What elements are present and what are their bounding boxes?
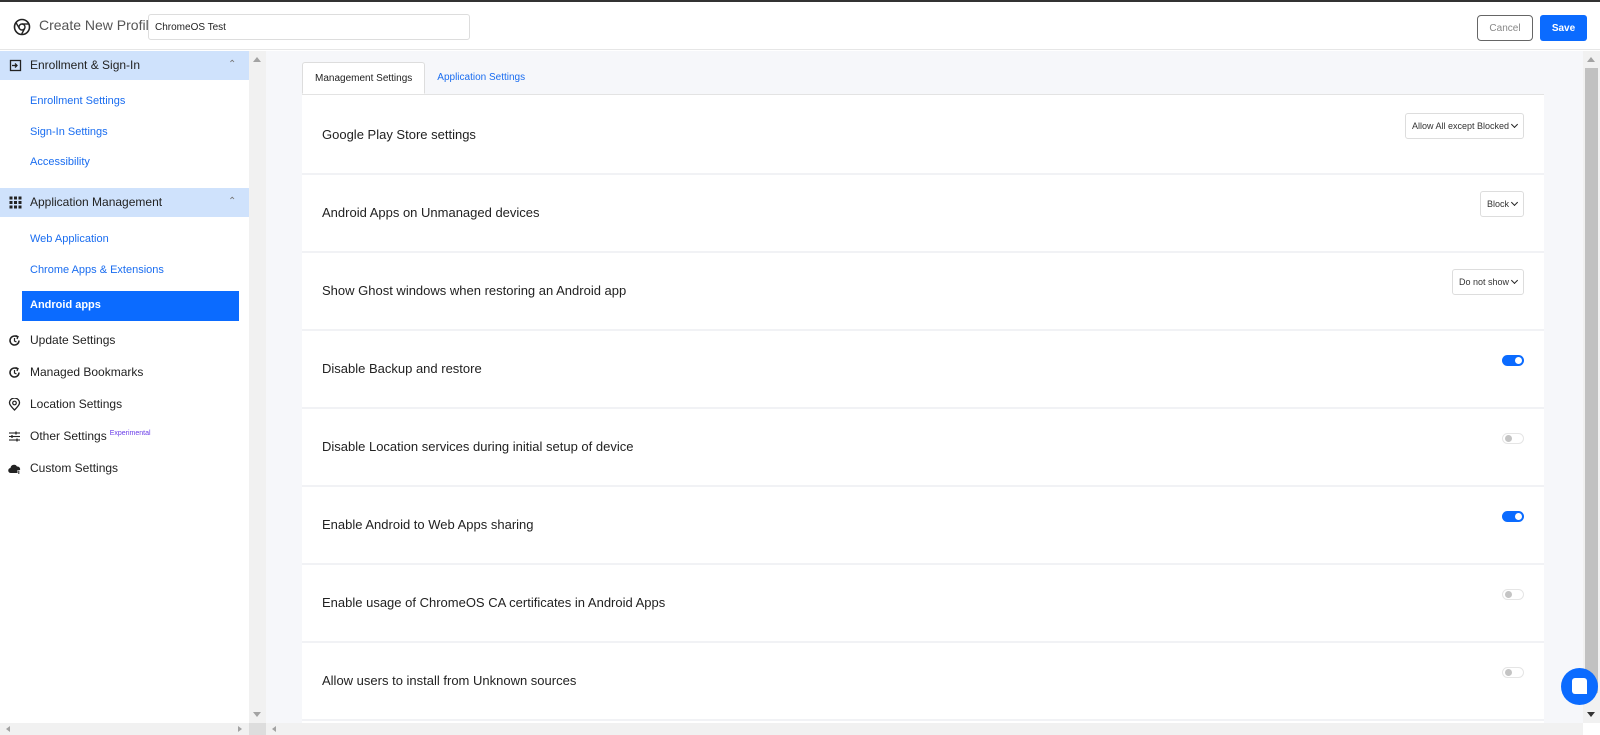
apps-grid-icon xyxy=(9,196,22,209)
toggle-knob xyxy=(1505,591,1512,598)
tab-bar: Management Settings Application Settings xyxy=(302,62,537,94)
setting-row-disable-location: Disable Location services during initial… xyxy=(302,407,1544,487)
setting-label: Allow users to install from Unknown sour… xyxy=(322,673,577,688)
main-horizontal-scrollbar[interactable] xyxy=(266,723,1583,735)
select-value: Allow All except Blocked xyxy=(1411,121,1509,131)
main-content: Management Settings Application Settings… xyxy=(266,51,1583,723)
header: Create New Profile Cancel Save xyxy=(0,2,1600,50)
nav-label: Update Settings xyxy=(30,333,116,347)
setting-row-ca-certificates: Enable usage of ChromeOS CA certificates… xyxy=(302,563,1544,643)
setting-label: Show Ghost windows when restoring an And… xyxy=(322,283,627,298)
setting-label: Android Apps on Unmanaged devices xyxy=(322,205,540,220)
android-web-sharing-toggle[interactable] xyxy=(1502,511,1524,522)
sidebar-item-update-settings[interactable]: Update Settings xyxy=(0,330,249,352)
chrome-logo-icon xyxy=(13,18,31,36)
sidebar-item-android-apps[interactable]: Android apps xyxy=(22,291,239,321)
setting-label: Disable Location services during initial… xyxy=(322,439,634,454)
tab-management-settings[interactable]: Management Settings xyxy=(302,62,426,94)
setting-label: Disable Backup and restore xyxy=(322,361,482,376)
toggle-knob xyxy=(1505,435,1512,442)
location-pin-icon xyxy=(8,398,21,411)
setting-row-unknown-sources: Allow users to install from Unknown sour… xyxy=(302,641,1544,721)
google-play-store-select[interactable]: Allow All except Blocked xyxy=(1404,113,1524,139)
nav-label: Other Settings Experimental xyxy=(30,429,151,443)
update-icon xyxy=(9,334,20,346)
scroll-down-arrow-icon[interactable] xyxy=(253,712,261,717)
toggle-knob xyxy=(1515,513,1522,520)
nav-label: Location Settings xyxy=(30,397,123,411)
scroll-down-arrow-icon[interactable] xyxy=(1587,712,1595,717)
scroll-right-arrow-icon[interactable] xyxy=(238,726,242,732)
setting-row-android-apps-unmanaged: Android Apps on Unmanaged devices Block xyxy=(302,173,1544,253)
sidebar-item-custom-settings[interactable]: Custom Settings xyxy=(0,458,249,480)
sidebar-item-web-application[interactable]: Web Application xyxy=(30,233,109,245)
sidebar-item-managed-bookmarks[interactable]: Managed Bookmarks xyxy=(0,362,249,384)
setting-row-google-play-store: Google Play Store settings Allow All exc… xyxy=(302,95,1544,175)
unknown-sources-toggle[interactable] xyxy=(1502,667,1524,678)
scroll-left-arrow-icon[interactable] xyxy=(272,726,276,732)
save-button[interactable]: Save xyxy=(1540,15,1587,41)
toggle-knob xyxy=(1505,669,1512,676)
setting-row-android-web-sharing: Enable Android to Web Apps sharing xyxy=(302,485,1544,565)
toggle-knob xyxy=(1515,357,1522,364)
ca-certificates-toggle[interactable] xyxy=(1502,589,1524,600)
main-scrollbar[interactable] xyxy=(1583,51,1600,723)
sidebar-scrollbar[interactable] xyxy=(249,51,266,723)
sidebar-horizontal-scrollbar[interactable] xyxy=(0,723,249,735)
chevron-down-icon xyxy=(1510,198,1519,207)
sidebar-item-sign-in-settings[interactable]: Sign-In Settings xyxy=(30,126,108,138)
scroll-up-arrow-icon[interactable] xyxy=(253,57,261,62)
experimental-badge: Experimental xyxy=(109,430,151,437)
select-value: Block xyxy=(1486,199,1509,209)
settings-panel: Google Play Store settings Allow All exc… xyxy=(302,94,1544,723)
setting-label: Enable Android to Web Apps sharing xyxy=(322,517,534,532)
page-title: Create New Profile xyxy=(39,17,157,33)
setting-label: Enable usage of ChromeOS CA certificates… xyxy=(322,595,666,610)
setting-label: Google Play Store settings xyxy=(322,127,476,142)
tab-application-settings[interactable]: Application Settings xyxy=(425,62,537,94)
disable-location-toggle[interactable] xyxy=(1502,433,1524,444)
sidebar-item-other-settings[interactable]: Other Settings Experimental xyxy=(0,426,249,448)
select-value: Do not show xyxy=(1458,277,1509,287)
scroll-left-arrow-icon[interactable] xyxy=(6,726,10,732)
profile-name-input[interactable] xyxy=(148,14,470,40)
cancel-button[interactable]: Cancel xyxy=(1477,15,1533,41)
scrollbar-thumb[interactable] xyxy=(1585,68,1598,693)
disable-backup-toggle[interactable] xyxy=(1502,355,1524,366)
sidebar-group-label: Application Management xyxy=(30,195,163,209)
chevron-up-icon[interactable]: ⌃ xyxy=(228,59,236,70)
sliders-icon xyxy=(9,431,20,442)
sidebar-item-chrome-apps-extensions[interactable]: Chrome Apps & Extensions xyxy=(30,264,164,276)
scroll-up-arrow-icon[interactable] xyxy=(1587,57,1595,62)
nav-label: Custom Settings xyxy=(30,461,119,475)
sidebar-group-label: Enrollment & Sign-In xyxy=(30,58,141,72)
login-icon xyxy=(9,59,22,72)
sidebar-group-enrollment[interactable]: Enrollment & Sign-In ⌃ xyxy=(0,51,249,80)
setting-row-ghost-windows: Show Ghost windows when restoring an And… xyxy=(302,251,1544,331)
chat-support-button[interactable] xyxy=(1561,668,1598,705)
sidebar-group-application-management[interactable]: Application Management ⌃ xyxy=(0,188,249,217)
scrollbar-corner xyxy=(249,723,266,735)
sidebar: Enrollment & Sign-In ⌃ Enrollment Settin… xyxy=(0,51,249,723)
sidebar-item-accessibility[interactable]: Accessibility xyxy=(30,156,90,168)
nav-label: Managed Bookmarks xyxy=(30,365,144,379)
setting-row-disable-backup: Disable Backup and restore xyxy=(302,329,1544,409)
sidebar-item-enrollment-settings[interactable]: Enrollment Settings xyxy=(30,95,125,107)
chevron-up-icon[interactable]: ⌃ xyxy=(228,196,236,207)
ghost-windows-select[interactable]: Do not show xyxy=(1451,269,1524,295)
chat-icon xyxy=(1572,678,1587,694)
cloud-icon xyxy=(8,464,21,474)
android-apps-unmanaged-select[interactable]: Block xyxy=(1479,191,1524,217)
sidebar-item-location-settings[interactable]: Location Settings xyxy=(0,394,249,416)
bookmark-update-icon xyxy=(9,366,20,378)
chevron-down-icon xyxy=(1510,120,1519,129)
chevron-down-icon xyxy=(1510,276,1519,285)
nav-label-text: Other Settings xyxy=(30,429,107,443)
